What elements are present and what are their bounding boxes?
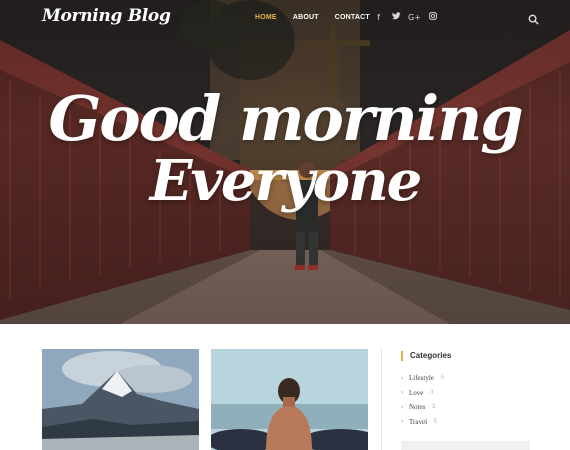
chevron-right-icon: › (401, 403, 404, 411)
category-name: Notes (409, 403, 426, 412)
mountain-image (42, 349, 199, 450)
beach-man-image (211, 349, 368, 450)
nav-about[interactable]: ABOUT (293, 14, 319, 21)
category-name: Travel (409, 417, 428, 426)
nav-contact[interactable]: CONTACT (335, 14, 370, 21)
chevron-right-icon: › (401, 374, 404, 382)
category-name: Lifestyle (409, 374, 434, 383)
hero-title-line-1: Good morning (48, 82, 523, 155)
category-item-love[interactable]: › Love · 3 (401, 386, 541, 401)
sidebar-widget-box (401, 441, 530, 450)
category-count: · 3 (426, 389, 434, 396)
post-thumbnail-mountain[interactable] (42, 349, 199, 450)
twitter-icon[interactable] (390, 12, 403, 23)
social-links: f G+ (372, 12, 444, 23)
category-count: · 3 (428, 404, 436, 411)
site-logo[interactable]: Morning Blog (42, 6, 171, 26)
search-icon[interactable] (528, 12, 540, 25)
main-nav: HOME ABOUT CONTACT (255, 14, 386, 21)
category-count: · 5 (436, 375, 444, 382)
instagram-icon[interactable] (426, 12, 439, 23)
category-item-travel[interactable]: › Travel · 5 (401, 415, 541, 430)
chevron-right-icon: › (401, 418, 404, 426)
chevron-right-icon: › (401, 389, 404, 397)
hero-title-line-2: Everyone (149, 148, 423, 214)
content-divider (381, 349, 382, 450)
category-item-notes[interactable]: › Notes · 3 (401, 400, 541, 415)
category-count: · 5 (430, 418, 438, 425)
sidebar: Categories › Lifestyle · 5 › Love · 3 › … (401, 349, 541, 429)
facebook-icon[interactable]: f (372, 12, 385, 23)
google-plus-icon[interactable]: G+ (408, 12, 421, 23)
nav-home[interactable]: HOME (255, 14, 277, 21)
category-item-lifestyle[interactable]: › Lifestyle · 5 (401, 371, 541, 386)
category-list: › Lifestyle · 5 › Love · 3 › Notes · 3 ›… (401, 371, 541, 429)
category-name: Love (409, 388, 424, 397)
categories-heading: Categories (401, 351, 541, 361)
post-thumbnail-man[interactable] (211, 349, 368, 450)
hero-banner: Morning Blog HOME ABOUT CONTACT f G+ Goo… (0, 0, 570, 324)
